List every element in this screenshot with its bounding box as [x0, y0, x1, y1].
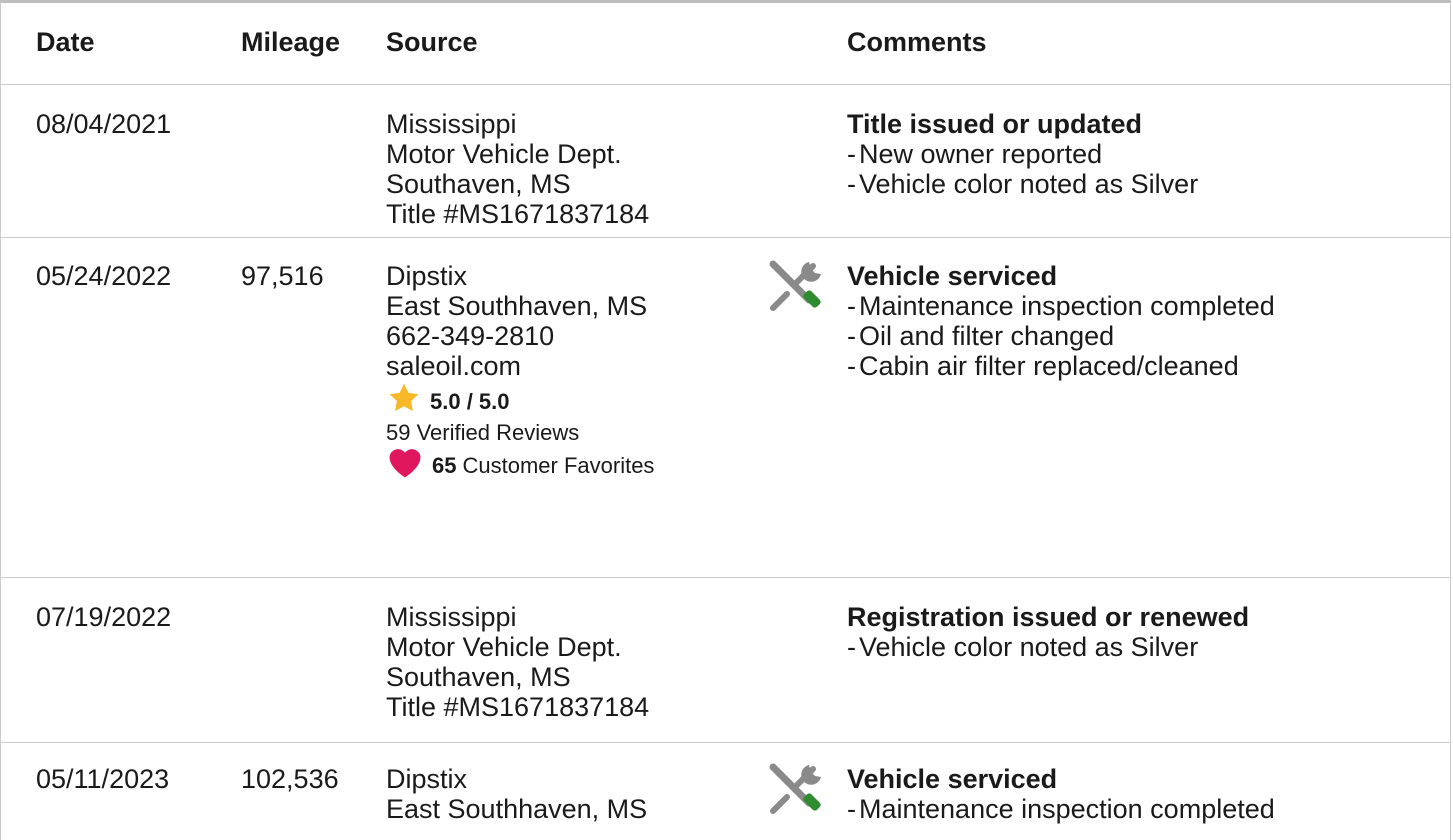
source-line: Motor Vehicle Dept.: [386, 632, 622, 662]
comment-title: Vehicle serviced: [847, 261, 1058, 291]
comment-item: - Maintenance inspection completed: [847, 291, 1275, 321]
header-mileage: Mileage: [241, 27, 341, 57]
comment-title: Registration issued or renewed: [847, 602, 1250, 632]
row-mileage: 102,536: [241, 764, 339, 794]
source-line: 662-349-2810: [386, 321, 555, 351]
source-line: East Southhaven, MS: [386, 291, 648, 321]
row-date: 05/24/2022: [36, 261, 172, 291]
row-comments: Vehicle serviced - Maintenance inspection…: [847, 261, 1275, 381]
comment-item: - Oil and filter changed: [847, 321, 1115, 351]
row-date: 08/04/2021: [36, 109, 172, 139]
source-line: Title #MS1671837184: [386, 692, 650, 722]
row-source: Dipstix East Southhaven, MS 662-349-2810…: [386, 261, 654, 485]
star-icon: [386, 381, 422, 423]
table-row: 05/24/2022 97,516 Dipstix East Southhave…: [1, 238, 1450, 578]
comment-item: - Maintenance inspection completed: [847, 794, 1275, 824]
row-comments: Title issued or updated - New owner repor…: [847, 109, 1198, 199]
shop-rating: 5.0 / 5.0: [386, 383, 654, 419]
service-tools-icon: [765, 761, 825, 823]
row-source: Dipstix East Southhaven, MS: [386, 764, 647, 824]
source-line: Southaven, MS: [386, 169, 571, 199]
header-date: Date: [36, 27, 95, 57]
source-link[interactable]: saleoil.com: [386, 351, 654, 381]
row-comments: Registration issued or renewed - Vehicle …: [847, 602, 1249, 662]
row-source: Mississippi Motor Vehicle Dept. Southave…: [386, 109, 649, 229]
comment-title: Title issued or updated: [847, 109, 1143, 139]
service-tools-icon: [765, 258, 825, 320]
vehicle-history-table: Date Mileage Source Comments 08/04/2021 …: [0, 0, 1451, 840]
row-mileage: 97,516: [241, 261, 324, 291]
row-date: 07/19/2022: [36, 602, 172, 632]
row-comments: Vehicle serviced - Maintenance inspection…: [847, 764, 1275, 824]
comment-item: - New owner reported: [847, 139, 1103, 169]
comment-item: - Vehicle color noted as Silver: [847, 169, 1199, 199]
source-line: Title #MS1671837184: [386, 199, 650, 229]
source-line: Motor Vehicle Dept.: [386, 139, 622, 169]
table-row: 07/19/2022 Mississippi Motor Vehicle Dep…: [1, 578, 1450, 743]
rating-score: 5.0 / 5.0: [430, 389, 510, 414]
row-source: Mississippi Motor Vehicle Dept. Southave…: [386, 602, 649, 722]
verified-reviews-link[interactable]: 59 Verified Reviews: [386, 419, 654, 447]
row-date: 05/11/2023: [36, 764, 170, 794]
comment-item: - Vehicle color noted as Silver: [847, 632, 1199, 662]
table-row: 05/11/2023 102,536 Dipstix East Southhav…: [1, 743, 1450, 840]
heart-icon: [386, 445, 424, 487]
source-line: Dipstix: [386, 764, 468, 794]
source-line: Southaven, MS: [386, 662, 571, 692]
header-comments: Comments: [847, 27, 987, 57]
source-line: Mississippi: [386, 602, 517, 632]
table-row: 08/04/2021 Mississippi Motor Vehicle Dep…: [1, 85, 1450, 238]
source-line: Mississippi: [386, 109, 517, 139]
favorites-label: Customer Favorites: [462, 453, 655, 478]
table-header: Date Mileage Source Comments: [1, 3, 1450, 85]
source-line: East Southhaven, MS: [386, 794, 648, 824]
favorites-count: 65: [432, 453, 457, 478]
customer-favorites: 65 Customer Favorites: [386, 447, 654, 485]
header-source: Source: [386, 27, 478, 57]
comment-title: Vehicle serviced: [847, 764, 1058, 794]
source-line: Dipstix: [386, 261, 468, 291]
comment-item: - Cabin air filter replaced/cleaned: [847, 351, 1239, 381]
